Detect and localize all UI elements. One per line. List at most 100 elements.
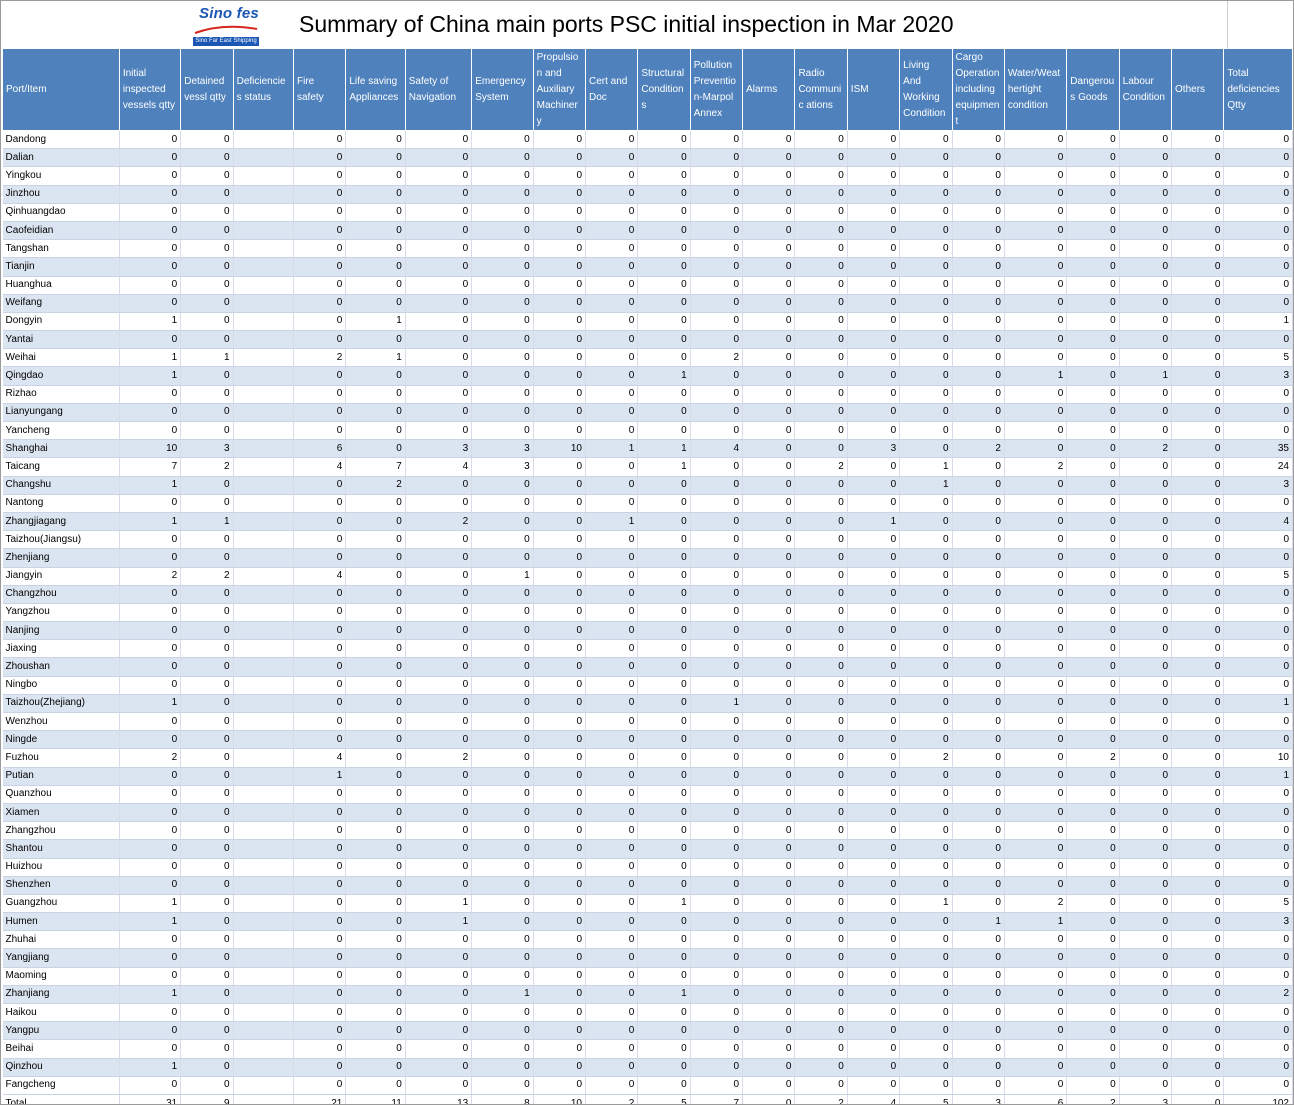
table-row: Shantou 0 0 0 0 0 0 0 0 0 0 0 0 0 0 0 0 0 0 0 0: [2, 839, 1293, 859]
value-cell: 0: [637, 712, 691, 732]
table-row: Haikou 0 0 0 0 0 0 0 0 0 0 0 0 0 0 0 0 0 0 0 0: [2, 1003, 1293, 1023]
column-header: Life saving Appliances: [345, 49, 406, 131]
value-cell: 0: [471, 1021, 534, 1041]
value-cell: 0: [952, 403, 1005, 423]
value-cell: 0: [1004, 221, 1068, 241]
value-cell: 0: [1171, 912, 1225, 932]
value-cell: 0: [794, 712, 848, 732]
table-row: Zhoushan 0 0 0 0 0 0 0 0 0 0 0 0 0 0 0 0 0 0 0 0: [2, 657, 1293, 677]
value-cell: [233, 366, 295, 386]
value-cell: 0: [1004, 876, 1068, 895]
value-cell: 0: [345, 894, 406, 914]
value-cell: 0: [690, 403, 744, 423]
value-cell: 0: [585, 730, 639, 750]
value-cell: 0: [690, 494, 744, 513]
value-cell: 0: [952, 1003, 1005, 1023]
value-cell: 0: [690, 767, 744, 786]
value-cell: 0: [742, 585, 796, 604]
value-cell: 0: [533, 912, 587, 932]
value-cell: 0: [899, 494, 953, 513]
value-cell: 1: [899, 476, 953, 495]
value-cell: 5: [1223, 567, 1293, 586]
value-cell: 0: [690, 676, 744, 695]
value-cell: 0: [533, 294, 587, 313]
value-cell: 0: [690, 858, 744, 877]
value-cell: 0: [471, 767, 534, 786]
table-row: Jiangyin 2 2 4 0 0 1 0 0 0 0 0 0 0 0 0 0 0 0 0 5: [2, 567, 1293, 586]
value-cell: 0: [119, 203, 182, 222]
value-cell: 0: [533, 603, 587, 623]
table-row: Caofeidian 0 0 0 0 0 0 0 0 0 0 0 0 0 0 0 0 0 0 0 0: [2, 221, 1293, 241]
value-cell: 0: [180, 858, 234, 877]
value-cell: [233, 512, 295, 532]
value-cell: 0: [794, 530, 848, 550]
value-cell: 0: [345, 1003, 406, 1023]
value-cell: 0: [533, 985, 587, 1005]
value-cell: 0: [533, 1021, 587, 1041]
value-cell: 0: [585, 403, 639, 423]
value-cell: 0: [899, 348, 953, 368]
value-cell: 0: [405, 567, 473, 586]
total-value-cell: 3: [952, 1094, 1005, 1104]
value-cell: 0: [471, 203, 534, 222]
port-name-cell: Taizhou(Jiangsu): [2, 530, 120, 550]
value-cell: 0: [899, 385, 953, 404]
value-cell: 0: [1223, 839, 1293, 859]
value-cell: 0: [585, 276, 639, 295]
value-cell: 0: [847, 276, 901, 295]
value-cell: 0: [533, 1058, 587, 1077]
value-cell: 0: [794, 585, 848, 604]
value-cell: 0: [742, 457, 796, 477]
value-cell: 0: [952, 621, 1005, 641]
logo-swoosh-icon: [194, 25, 258, 34]
value-cell: 0: [1066, 312, 1120, 332]
value-cell: 0: [742, 1076, 796, 1095]
value-cell: 0: [742, 494, 796, 513]
value-cell: 0: [119, 676, 182, 695]
value-cell: 0: [345, 148, 406, 168]
table-row: Taizhou(Jiangsu) 0 0 0 0 0 0 0 0 0 0 0 0 0 0 0 0 0 0 0 0: [2, 530, 1293, 550]
value-cell: [233, 421, 295, 441]
value-cell: 0: [899, 439, 953, 459]
value-cell: 0: [1004, 767, 1068, 786]
value-cell: 0: [405, 712, 473, 732]
value-cell: 0: [1004, 421, 1068, 441]
value-cell: 0: [119, 276, 182, 295]
value-cell: 0: [1119, 166, 1173, 186]
value-cell: 0: [899, 585, 953, 604]
value-cell: 0: [585, 366, 639, 386]
value-cell: 0: [1171, 621, 1225, 641]
value-cell: 0: [1223, 712, 1293, 732]
value-cell: 0: [690, 203, 744, 222]
value-cell: 0: [405, 548, 473, 568]
value-cell: 0: [637, 239, 691, 259]
value-cell: 0: [293, 821, 347, 841]
value-cell: 0: [533, 803, 587, 823]
value-cell: 0: [690, 366, 744, 386]
value-cell: 0: [899, 712, 953, 732]
value-cell: 0: [637, 1021, 691, 1041]
value-cell: 0: [471, 603, 534, 623]
value-cell: 0: [899, 1058, 953, 1077]
value-cell: 1: [119, 985, 182, 1005]
value-cell: 0: [952, 530, 1005, 550]
value-cell: 0: [847, 858, 901, 877]
value-cell: 0: [1119, 603, 1173, 623]
value-cell: 0: [585, 912, 639, 932]
value-cell: 0: [533, 166, 587, 186]
value-cell: 0: [952, 494, 1005, 513]
value-cell: 0: [899, 567, 953, 586]
value-cell: 0: [952, 1076, 1005, 1095]
value-cell: 0: [637, 403, 691, 423]
value-cell: 1: [345, 312, 406, 332]
value-cell: 0: [471, 712, 534, 732]
value-cell: 0: [742, 967, 796, 986]
value-cell: 0: [690, 294, 744, 313]
value-cell: 2: [119, 567, 182, 586]
value-cell: 0: [690, 785, 744, 804]
column-header: Living And Working Condition: [899, 49, 953, 131]
value-cell: 0: [180, 421, 234, 441]
value-cell: 0: [1223, 585, 1293, 604]
value-cell: 0: [533, 348, 587, 368]
value-cell: 0: [585, 312, 639, 332]
